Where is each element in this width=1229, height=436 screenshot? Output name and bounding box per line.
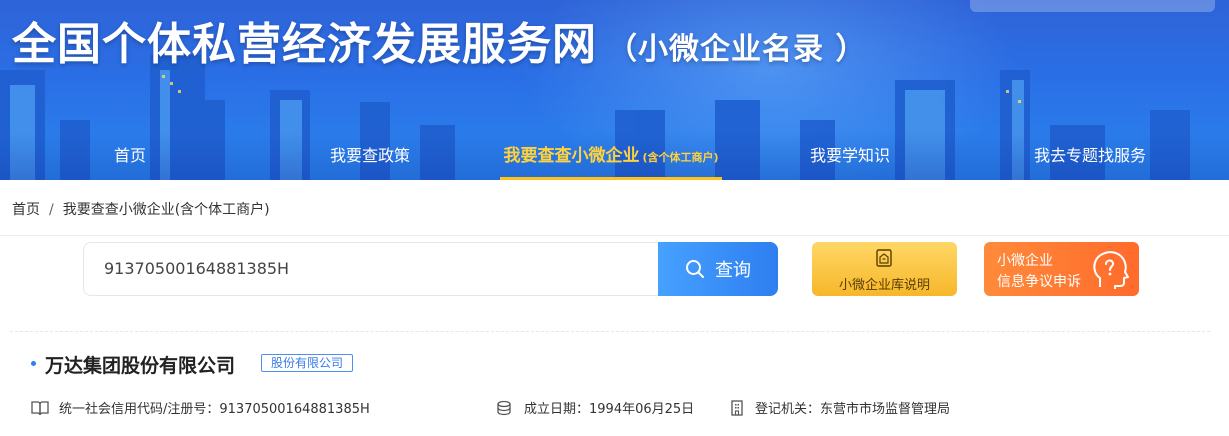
nav-item-home[interactable]: 首页 [90,132,170,180]
established-date-text: 成立日期：1994年06月25日 [524,402,695,417]
breadcrumb-home[interactable]: 首页 [12,202,40,218]
nav-item-suffix: (含个体工商户) [642,151,719,164]
credit-code-info: 统一社会信用代码/注册号：91370500164881385H [31,398,370,417]
search-button[interactable]: 查询 [658,242,778,296]
nav-item-label: 我去专题找服务 [1033,146,1146,165]
nav-item-enterprise-search[interactable]: 我要查查小微企业 (含个体工商户) [500,132,722,180]
bullet-dot [31,361,36,366]
company-type-badge: 股份有限公司 [261,354,354,372]
coins-icon [497,400,511,415]
registration-authority-text: 登记机关：东营市市场监督管理局 [755,402,951,417]
nav-item-label: 我要查查小微企业 [503,146,640,166]
building-icon [731,399,743,416]
search-icon [686,260,704,278]
main-nav: 首页 我要查政策 我要查查小微企业 (含个体工商户) 我要学知识 我去专题找服务 [0,132,1229,180]
established-date-info: 成立日期：1994年06月25日 [496,398,694,417]
credit-code-text: 统一社会信用代码/注册号：91370500164881385H [59,402,370,417]
nav-item-policy[interactable]: 我要查政策 [315,132,425,180]
nav-item-label: 我要查政策 [329,146,410,165]
search-button-label: 查询 [715,260,751,281]
top-search-hint [970,0,1215,12]
nav-item-label: 首页 [113,146,146,165]
library-description-label: 小微企业库说明 [838,278,930,293]
header-banner: 全国个体私营经济发展服务网 （小微企业名录 ） 首页 我要查政策 我要查查小微企业… [0,0,1229,180]
breadcrumb-separator: / [49,202,54,218]
book-icon [31,400,49,415]
dispute-label-line1: 小微企业 [997,253,1053,269]
breadcrumb: 首页 / 我要查查小微企业(含个体工商户) [12,199,270,219]
nav-item-knowledge[interactable]: 我要学知识 [795,132,905,180]
dispute-appeal-button[interactable]: 小微企业 信息争议申诉 [984,242,1139,296]
nav-item-label: 我要学知识 [809,146,890,165]
breadcrumb-current: 我要查查小微企业(含个体工商户) [62,202,270,218]
site-subtitle: （小微企业名录 ） [607,32,867,67]
site-title: 全国个体私营经济发展服务网 （小微企业名录 ） [12,8,866,72]
section-divider [10,331,1210,332]
divider [0,235,1229,236]
enterprise-doc-icon [876,249,892,267]
library-description-button[interactable]: 小微企业库说明 [812,242,957,296]
site-title-text: 全国个体私营经济发展服务网 [12,19,597,70]
head-question-icon [1093,251,1129,289]
registration-authority-info: 登记机关：东营市市场监督管理局 [729,398,950,417]
search-input[interactable]: 91370500164881385H [83,242,663,296]
company-name[interactable]: 万达集团股份有限公司 [45,351,235,378]
search-input-value: 91370500164881385H [104,259,290,278]
nav-item-services[interactable]: 我去专题找服务 [1020,132,1160,180]
dispute-label-line2: 信息争议申诉 [997,274,1081,290]
